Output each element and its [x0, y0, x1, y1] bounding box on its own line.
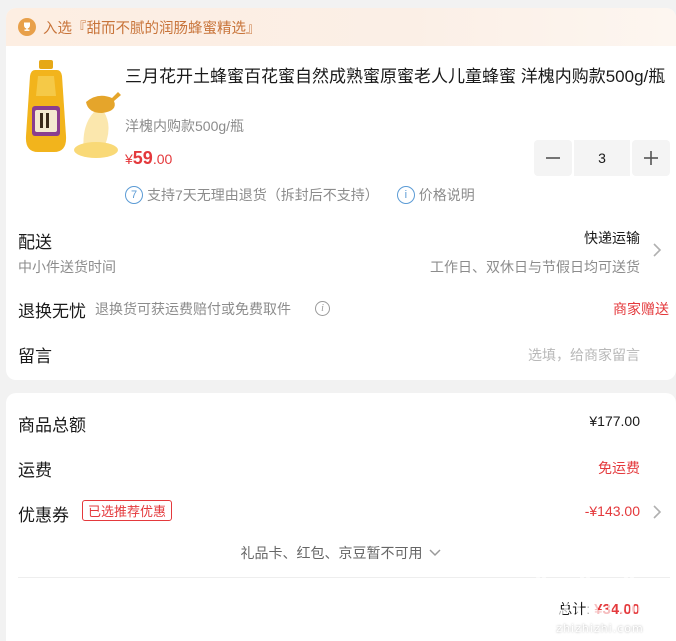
coupon-label: 优惠券: [18, 506, 69, 525]
trophy-icon: [18, 18, 36, 36]
return-service-label: 退换无忧: [18, 302, 86, 321]
watermark-text: zhizhizhi.com: [556, 622, 644, 635]
info-icon[interactable]: i: [315, 301, 330, 316]
price-decimal: .00: [152, 151, 173, 167]
price-symbol: ¥: [125, 151, 133, 167]
increase-button[interactable]: [632, 140, 670, 176]
info-icon: i: [396, 186, 415, 204]
coupon-badge[interactable]: 已选推荐优惠: [82, 500, 173, 521]
product-spec[interactable]: 洋槐内购款500g/瓶: [125, 116, 244, 136]
service-tags: 7 支持7天无理由退货（拆封后不支持） i 价格说明: [125, 185, 475, 205]
chevron-right-icon[interactable]: [652, 242, 662, 258]
plus-icon: [644, 151, 658, 165]
service-return-text[interactable]: 支持7天无理由退货（拆封后不支持）: [147, 185, 379, 205]
minus-icon: [546, 157, 560, 159]
chevron-down-icon: [428, 549, 441, 557]
delivery-label: 配送: [18, 233, 52, 252]
watermark-logo-icon: [532, 576, 656, 614]
coupon-value[interactable]: -¥143.00: [585, 503, 640, 519]
ranking-banner[interactable]: 入选『甜而不腻的润肠蜂蜜精选』: [6, 8, 676, 46]
quantity-value[interactable]: 3: [574, 140, 630, 176]
unavailable-text: 礼品卡、红包、京豆暂不可用: [240, 545, 423, 561]
goods-total-value: ¥177.00: [589, 413, 640, 429]
message-input[interactable]: 选填，给商家留言: [528, 345, 640, 365]
delivery-method[interactable]: 快递运输: [584, 228, 640, 248]
shipping-label: 运费: [18, 461, 52, 480]
delivery-sub: 中小件送货时间: [18, 259, 116, 275]
shipping-value: 免运费: [598, 460, 640, 476]
delivery-time[interactable]: 工作日、双休日与节假日均可送货: [430, 257, 640, 277]
price-explanation-link[interactable]: 价格说明: [419, 185, 475, 205]
unavailable-payments[interactable]: 礼品卡、红包、京豆暂不可用: [6, 543, 676, 563]
product-image[interactable]: [18, 58, 122, 162]
decrease-button[interactable]: [534, 140, 572, 176]
return-service-status: 商家赠送: [613, 301, 669, 317]
seven-day-return-icon: 7: [125, 186, 143, 204]
banner-text: 入选『甜而不腻的润肠蜂蜜精选』: [43, 20, 261, 37]
return-service-desc: 退换货可获运费赔付或免费取件: [95, 301, 291, 317]
product-title[interactable]: 三月花开土蜂蜜百花蜜自然成熟蜜原蜜老人儿童蜂蜜 洋槐内购款500g/瓶: [125, 64, 670, 89]
quantity-stepper: 3: [534, 140, 670, 176]
order-item-card: 入选『甜而不腻的润肠蜂蜜精选』 三月花开土蜂蜜百花蜜自然成熟蜜原蜜老人儿童蜂蜜 …: [6, 8, 676, 380]
chevron-right-icon[interactable]: [652, 504, 662, 520]
product-price: ¥59.00: [125, 148, 172, 169]
message-label: 留言: [18, 347, 52, 366]
goods-total-label: 商品总额: [18, 416, 86, 435]
price-integer: 59: [132, 148, 153, 168]
site-watermark: zhizhizhi.com: [530, 572, 670, 635]
